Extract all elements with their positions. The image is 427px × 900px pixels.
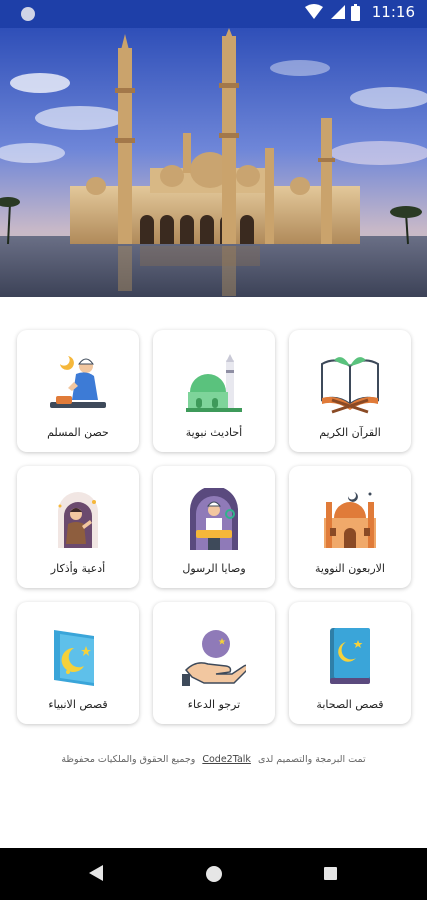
menu-card-arbaeen-nawawi[interactable]: الاربعون النووية	[289, 466, 411, 588]
footer-credits: تمت البرمجة والتصميم لدى Code2Talk وجميع…	[0, 754, 427, 765]
hand-moon-icon	[182, 630, 246, 686]
footer-text-before: تمت البرمجة والتصميم لدى	[257, 754, 366, 765]
footer-text-after: وجميع الحقوق والملكيات محفوظة	[61, 754, 196, 765]
status-icons: 11:16	[304, 3, 415, 21]
status-bar: 11:16	[0, 0, 427, 28]
mosque-building-icon	[324, 492, 376, 548]
menu-card-label: القرآن الكريم	[319, 426, 381, 439]
menu-card-wasaya-alrasoul[interactable]: وصايا الرسول	[153, 466, 275, 588]
mosque-dome-icon	[186, 354, 242, 412]
battery-icon	[350, 3, 360, 21]
quran-book-icon	[321, 357, 379, 414]
imam-pulpit-icon	[190, 488, 238, 550]
menu-grid: حصن المسلم أحاديث نبوية القرآن الكريم أد…	[17, 330, 411, 724]
clock: 11:16	[371, 3, 415, 21]
mosque-photo	[0, 28, 427, 297]
crescent-book-icon	[330, 628, 370, 684]
menu-card-qasas-alsahaba[interactable]: قصص الصحابة	[289, 602, 411, 724]
menu-card-label: حصن المسلم	[47, 426, 109, 439]
notification-dot-icon	[21, 7, 35, 21]
navigation-bar	[0, 848, 427, 900]
menu-card-label: وصايا الرسول	[182, 562, 246, 575]
wifi-icon	[304, 4, 323, 19]
signal-icon	[330, 5, 345, 19]
recent-apps-icon[interactable]	[324, 867, 337, 880]
menu-card-label: ترجو الدعاء	[187, 698, 241, 711]
menu-card-adeya-wa-adhkar[interactable]: أدعية وأذكار	[17, 466, 139, 588]
back-icon[interactable]	[89, 865, 103, 881]
menu-card-ahadith[interactable]: أحاديث نبوية	[153, 330, 275, 452]
home-icon[interactable]	[206, 866, 222, 882]
menu-card-hisn-al-muslim[interactable]: حصن المسلم	[17, 330, 139, 452]
menu-card-label: أحاديث نبوية	[185, 426, 243, 439]
praying-figure-icon	[58, 492, 98, 548]
menu-card-label: قصص الصحابة	[316, 698, 384, 711]
menu-card-quran[interactable]: القرآن الكريم	[289, 330, 411, 452]
menu-card-label: أدعية وأذكار	[50, 562, 106, 575]
footer-link[interactable]: Code2Talk	[202, 754, 251, 765]
menu-card-tarju-aldua[interactable]: ترجو الدعاء	[153, 602, 275, 724]
menu-card-label: الاربعون النووية	[315, 562, 385, 575]
menu-card-label: قصص الانبياء	[48, 698, 108, 711]
crescent-card-icon	[54, 630, 94, 686]
praying-man-icon	[50, 356, 106, 408]
menu-card-qasas-alanbiya[interactable]: قصص الانبياء	[17, 602, 139, 724]
